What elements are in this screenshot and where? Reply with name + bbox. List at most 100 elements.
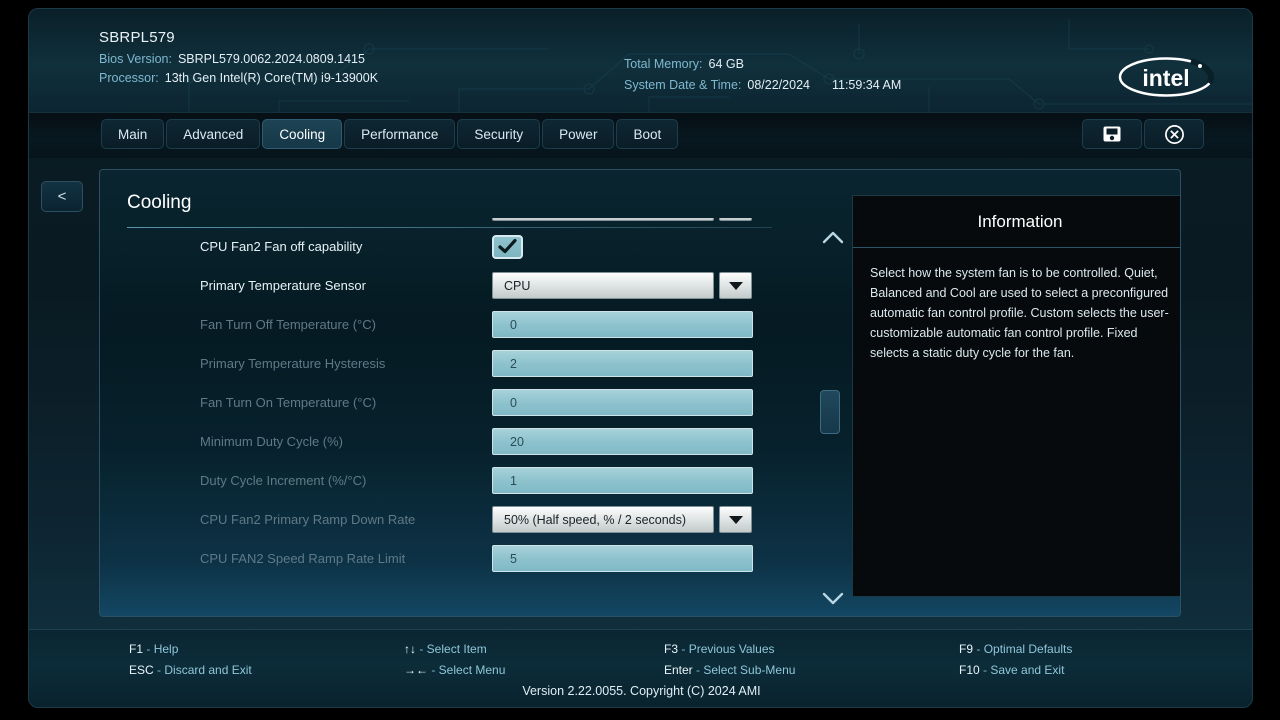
footer-key: Enter [664, 663, 693, 677]
main-tab-bar: Main Advanced Cooling Performance Securi… [29, 112, 1253, 158]
tab-performance[interactable]: Performance [344, 119, 455, 149]
system-datetime-label: System Date & Time: [624, 78, 741, 92]
footer-key: F3 [664, 642, 678, 656]
tab-power[interactable]: Power [542, 119, 614, 149]
information-body: Select how the system fan is to be contr… [853, 248, 1181, 363]
bios-version-row: Bios Version: SBRPL579.0062.2024.0809.141… [99, 50, 378, 69]
header: SBRPL579 Bios Version: SBRPL579.0062.2024… [29, 9, 1253, 112]
setting-control[interactable]: 5 [492, 545, 753, 572]
setting-control[interactable]: 0 [492, 311, 753, 338]
input-fan-turn-on-temperature[interactable]: 0 [492, 389, 753, 416]
footer-action: Optimal Defaults [984, 642, 1073, 656]
setting-control[interactable]: CPU [492, 272, 752, 299]
input-primary-temperature-hysteresis[interactable]: 2 [492, 350, 753, 377]
setting-control[interactable]: 50% (Half speed, % / 2 seconds) [492, 506, 752, 533]
setting-control[interactable]: 2 [492, 350, 753, 377]
scroll-up-arrow[interactable] [817, 226, 849, 248]
input-cpu-fan2-speed-ramp-rate-limit[interactable]: 5 [492, 545, 753, 572]
header-system-info: SBRPL579 Bios Version: SBRPL579.0062.2024… [99, 29, 378, 88]
footer-action: Previous Values [689, 642, 775, 656]
setting-row-cpu-fan2-control-mode[interactable]: CPU Fan2 Control Mode Balanced [100, 218, 800, 227]
settings-list: CPU Fan2 Control Mode Balanced CPU Fan2 … [100, 218, 800, 578]
intel-logo-icon: intel [1116, 53, 1216, 101]
setting-row-cpu-fan2-speed-ramp-rate-limit[interactable]: CPU FAN2 Speed Ramp Rate Limit 5 [100, 539, 800, 578]
setting-control[interactable] [492, 235, 523, 259]
footer-action: Select Item [427, 642, 487, 656]
input-fan-turn-off-temperature[interactable]: 0 [492, 311, 753, 338]
input-duty-cycle-increment[interactable]: 1 [492, 467, 753, 494]
setting-control[interactable]: 0 [492, 389, 753, 416]
chevron-down-icon[interactable] [719, 506, 752, 533]
header-memory-datetime: Total Memory:64 GB System Date & Time:08… [624, 54, 901, 96]
exit-button[interactable] [1144, 119, 1204, 149]
setting-label: Fan Turn On Temperature (°C) [200, 395, 376, 410]
tab-main-label: Main [118, 127, 147, 142]
information-title: Information [853, 196, 1181, 248]
system-time-value: 11:59:34 AM [832, 78, 901, 92]
scroll-down-arrow[interactable] [817, 588, 849, 610]
footer-help-bar: F1 - Help ↑↓ - Select Item F3 - Previous… [29, 629, 1253, 707]
setting-label: CPU Fan2 Primary Ramp Down Rate [200, 512, 415, 527]
back-button[interactable]: < [41, 181, 83, 212]
bios-version-label: Bios Version: [99, 52, 172, 66]
dropdown-cpu-fan2-control-mode[interactable]: Balanced [492, 218, 752, 221]
bios-setup-screen: SBRPL579 Bios Version: SBRPL579.0062.2024… [0, 0, 1280, 720]
tab-power-label: Power [559, 127, 597, 142]
tab-advanced[interactable]: Advanced [166, 119, 260, 149]
dropdown-primary-temperature-sensor[interactable]: CPU [492, 272, 752, 299]
tab-security[interactable]: Security [457, 119, 540, 149]
setting-row-minimum-duty-cycle[interactable]: Minimum Duty Cycle (%) 20 [100, 422, 800, 461]
setting-control[interactable]: Balanced [492, 218, 752, 221]
save-button[interactable] [1082, 119, 1142, 149]
total-memory-label: Total Memory: [624, 57, 703, 71]
setting-label: Fan Turn Off Temperature (°C) [200, 317, 376, 332]
processor-label: Processor: [99, 71, 159, 85]
setting-row-duty-cycle-increment[interactable]: Duty Cycle Increment (%/°C) 1 [100, 461, 800, 500]
footer-key: →← [404, 663, 428, 677]
chevron-down-icon[interactable] [719, 272, 752, 299]
footer-key: F9 [959, 642, 973, 656]
information-panel: Information Select how the system fan is… [852, 195, 1181, 597]
settings-list-viewport: CPU Fan2 Control Mode Balanced CPU Fan2 … [100, 218, 800, 617]
setting-row-cpu-fan2-fan-off-capability[interactable]: CPU Fan2 Fan off capability [100, 227, 800, 266]
footer-key-grid: F1 - Help ↑↓ - Select Item F3 - Previous… [129, 640, 1159, 680]
footer-item-f10: F10 - Save and Exit [959, 661, 1159, 680]
tab-cooling[interactable]: Cooling [262, 119, 342, 149]
dropdown-cpu-fan2-primary-ramp-down-rate[interactable]: 50% (Half speed, % / 2 seconds) [492, 506, 752, 533]
setting-row-primary-temperature-sensor[interactable]: Primary Temperature Sensor CPU [100, 266, 800, 305]
chevron-down-icon [822, 592, 844, 606]
tab-performance-label: Performance [361, 127, 438, 142]
setting-row-fan-turn-off-temperature[interactable]: Fan Turn Off Temperature (°C) 0 [100, 305, 800, 344]
footer-item-arrows-leftright: →← - Select Menu [404, 661, 664, 680]
footer-action: Discard and Exit [164, 663, 251, 677]
setting-label: Primary Temperature Sensor [200, 278, 366, 293]
close-circle-icon [1164, 124, 1185, 145]
footer-action: Select Menu [439, 663, 506, 677]
setting-control[interactable]: 1 [492, 467, 753, 494]
footer-key: F1 [129, 642, 143, 656]
bios-version-value: SBRPL579.0062.2024.0809.1415 [178, 52, 365, 66]
processor-value: 13th Gen Intel(R) Core(TM) i9-13900K [165, 71, 378, 85]
setting-row-fan-turn-on-temperature[interactable]: Fan Turn On Temperature (°C) 0 [100, 383, 800, 422]
total-memory-row: Total Memory: 64 GB [624, 54, 901, 75]
tab-main[interactable]: Main [101, 119, 164, 149]
total-memory-value: 64 GB [709, 57, 744, 71]
chevron-down-icon[interactable] [719, 218, 752, 221]
footer-item-arrows-updown: ↑↓ - Select Item [404, 640, 664, 659]
setting-control[interactable]: 20 [492, 428, 753, 455]
content-panel: Cooling CPU Fan2 Control Mode Balanced [99, 169, 1181, 617]
tab-boot[interactable]: Boot [616, 119, 678, 149]
scrollbar-thumb[interactable] [820, 390, 840, 434]
setting-row-primary-temperature-hysteresis[interactable]: Primary Temperature Hysteresis 2 [100, 344, 800, 383]
footer-action: Select Sub-Menu [703, 663, 795, 677]
footer-item-f9: F9 - Optimal Defaults [959, 640, 1159, 659]
input-minimum-duty-cycle[interactable]: 20 [492, 428, 753, 455]
system-title: SBRPL579 [99, 29, 378, 46]
bios-frame: SBRPL579 Bios Version: SBRPL579.0062.2024… [28, 8, 1253, 708]
setting-label: CPU FAN2 Speed Ramp Rate Limit [200, 551, 405, 566]
svg-text:intel: intel [1142, 65, 1189, 91]
checkmark-icon [498, 239, 517, 254]
checkbox-cpu-fan2-fan-off-capability[interactable] [492, 235, 523, 259]
setting-row-cpu-fan2-primary-ramp-down-rate[interactable]: CPU Fan2 Primary Ramp Down Rate 50% (Hal… [100, 500, 800, 539]
footer-item-esc: ESC - Discard and Exit [129, 661, 404, 680]
